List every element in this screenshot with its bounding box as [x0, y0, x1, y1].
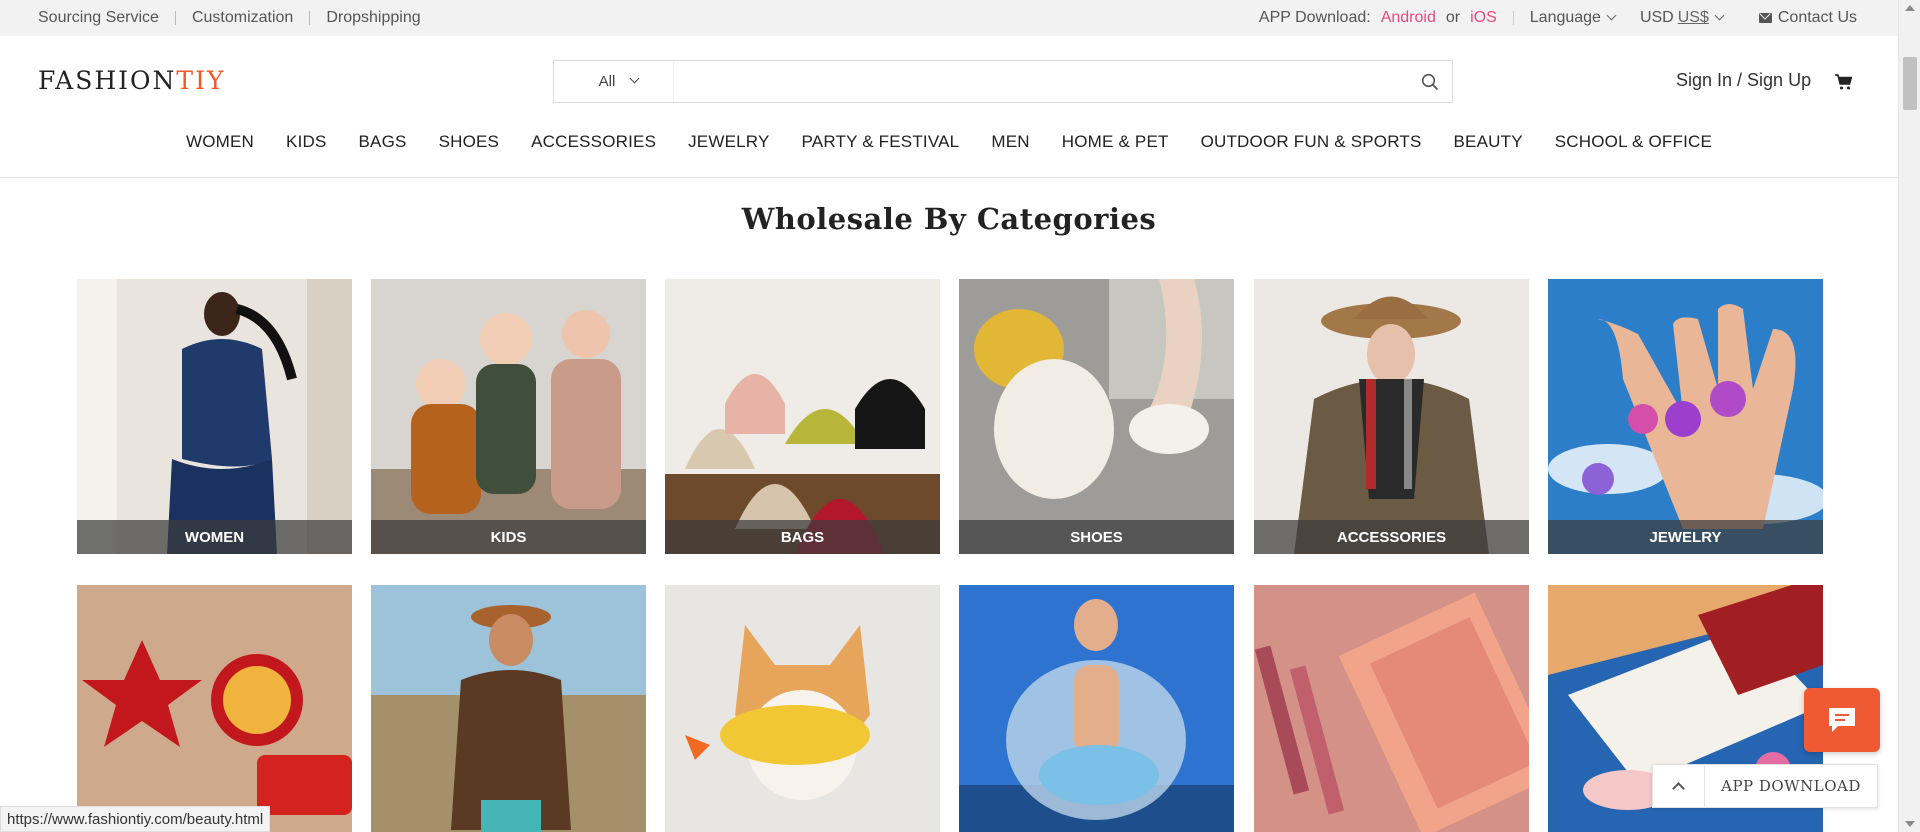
accessories-photo — [1254, 279, 1529, 554]
category-tile-home-pet[interactable] — [665, 585, 940, 832]
chevron-down-icon — [629, 73, 640, 84]
cart-button[interactable] — [1834, 72, 1854, 92]
status-bar-url: https://www.fashiontiy.com/beauty.html — [0, 806, 271, 832]
chevron-down-icon — [1714, 10, 1725, 21]
currency-dropdown[interactable]: USD US$ — [1639, 9, 1725, 27]
scrollbar-thumb[interactable] — [1903, 57, 1917, 110]
category-tile-beauty[interactable] — [1254, 585, 1529, 832]
app-download-button[interactable]: APP DOWNLOAD — [1705, 777, 1877, 795]
chevron-up-icon — [1672, 782, 1685, 795]
nav-home-pet[interactable]: HOME & PET — [1062, 132, 1169, 152]
category-tile-women[interactable]: WOMEN — [77, 279, 352, 554]
category-nav: WOMEN KIDS BAGS SHOES ACCESSORIES JEWELR… — [0, 132, 1898, 152]
category-tile-men[interactable] — [371, 585, 646, 832]
account-utilities: APP Download: Android or iOS Language US… — [1259, 9, 1898, 27]
nav-school-office[interactable]: SCHOOL & OFFICE — [1555, 132, 1712, 152]
ios-link[interactable]: iOS — [1470, 9, 1497, 27]
divider — [1627, 11, 1628, 25]
search-button[interactable] — [1408, 61, 1452, 102]
app-download-label: APP Download: — [1258, 9, 1371, 26]
search-icon — [1421, 73, 1439, 90]
scroll-down-arrow[interactable] — [1905, 821, 1915, 827]
dropshipping-link[interactable]: Dropshipping — [326, 9, 420, 27]
men-photo — [371, 585, 646, 832]
nav-women[interactable]: WOMEN — [186, 132, 254, 152]
outdoor-fun-sports-photo — [959, 585, 1234, 832]
nav-kids[interactable]: KIDS — [286, 132, 326, 152]
divider — [309, 11, 311, 25]
category-tile-bags[interactable]: BAGS — [665, 279, 940, 554]
search-input[interactable] — [674, 61, 1408, 102]
beauty-photo — [1254, 585, 1529, 832]
back-to-top-button[interactable] — [1653, 765, 1705, 807]
nav-outdoor-fun-sports[interactable]: OUTDOOR FUN & SPORTS — [1201, 132, 1422, 152]
android-link[interactable]: Android — [1381, 9, 1436, 27]
kids-photo — [371, 279, 646, 554]
category-label: SHOES — [959, 520, 1234, 554]
search-bar: All — [553, 60, 1453, 103]
category-label: BAGS — [665, 520, 940, 554]
category-tile-kids[interactable]: KIDS — [371, 279, 646, 554]
category-label: KIDS — [371, 520, 646, 554]
language-label: Language — [1529, 9, 1601, 26]
currency-code: USD — [1639, 9, 1674, 26]
category-tile-accessories[interactable]: ACCESSORIES — [1254, 279, 1529, 554]
cart-icon — [1835, 74, 1853, 90]
section-title: Wholesale By Categories — [741, 202, 1157, 236]
party-festival-photo — [77, 585, 352, 832]
logo-accent: TIY — [176, 66, 226, 95]
logo-main: FASHION — [38, 66, 177, 95]
currency-symbol: US$ — [1677, 9, 1709, 26]
app-download-widget: APP DOWNLOAD — [1652, 764, 1878, 808]
scroll-up-arrow[interactable] — [1905, 5, 1915, 11]
nav-beauty[interactable]: BEAUTY — [1454, 132, 1523, 152]
search-category-select[interactable]: All — [554, 61, 674, 102]
fashiontiy-logo[interactable]: FASHIONTIY — [38, 66, 225, 95]
service-links: Sourcing Service Customization Dropshipp… — [0, 9, 421, 27]
search-category-value: All — [598, 73, 616, 90]
jewelry-photo — [1548, 279, 1823, 554]
women-photo — [77, 279, 352, 554]
nav-shoes[interactable]: SHOES — [439, 132, 500, 152]
category-tile-outdoor-fun-sports[interactable] — [959, 585, 1234, 832]
nav-bags[interactable]: BAGS — [359, 132, 407, 152]
category-tile-jewelry[interactable]: JEWELRY — [1548, 279, 1823, 554]
nav-jewelry[interactable]: JEWELRY — [688, 132, 769, 152]
top-utility-bar: Sourcing Service Customization Dropshipp… — [0, 0, 1898, 36]
contact-us-link[interactable]: Contact Us — [1758, 9, 1857, 27]
customization-link[interactable]: Customization — [192, 9, 293, 27]
category-label: ACCESSORIES — [1254, 520, 1529, 554]
live-chat-button[interactable] — [1804, 688, 1880, 752]
site-header: FASHIONTIY All Sign In / Sign Up WOMEN K… — [0, 36, 1898, 178]
category-tile-party-festival[interactable] — [77, 585, 352, 832]
nav-men[interactable]: MEN — [991, 132, 1029, 152]
language-dropdown[interactable]: Language — [1529, 9, 1617, 27]
sourcing-service-link[interactable]: Sourcing Service — [38, 9, 159, 27]
divider — [1512, 11, 1514, 25]
page-scrollbar[interactable] — [1898, 0, 1920, 832]
category-label: JEWELRY — [1548, 520, 1823, 554]
contact-label: Contact Us — [1777, 9, 1857, 26]
nav-party-festival[interactable]: PARTY & FESTIVAL — [802, 132, 960, 152]
nav-accessories[interactable]: ACCESSORIES — [531, 132, 656, 152]
chevron-down-icon — [1606, 10, 1617, 21]
or-text: or — [1445, 9, 1461, 26]
home-pet-photo — [665, 585, 940, 832]
chat-icon — [1829, 708, 1855, 732]
shoes-photo — [959, 279, 1234, 554]
category-label: WOMEN — [77, 520, 352, 554]
sign-in-link[interactable]: Sign In / Sign Up — [1676, 70, 1811, 91]
bags-photo — [665, 279, 940, 554]
mail-icon — [1758, 13, 1772, 23]
category-tile-shoes[interactable]: SHOES — [959, 279, 1234, 554]
divider — [174, 11, 176, 25]
